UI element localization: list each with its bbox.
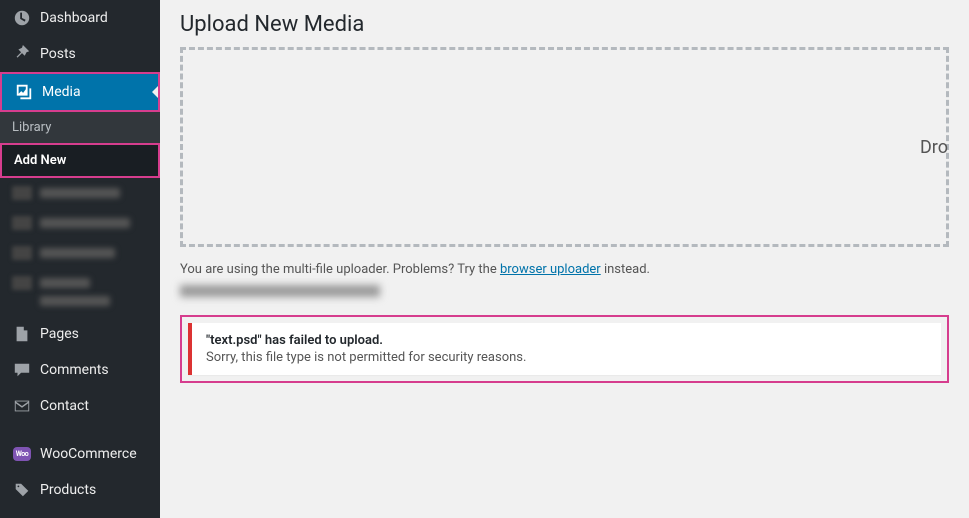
- upload-error-title: "text.psd" has failed to upload.: [206, 333, 927, 348]
- sidebar-item-contact[interactable]: Contact: [0, 388, 160, 424]
- pin-icon: [12, 44, 32, 64]
- sidebar-item-obscured: [0, 268, 160, 316]
- sidebar-subitem-library[interactable]: Library: [0, 112, 160, 143]
- sidebar-item-obscured: [0, 178, 160, 208]
- media-icon: [14, 82, 34, 102]
- upload-dropzone[interactable]: Dro: [180, 47, 949, 247]
- uploader-note-suffix: instead.: [601, 262, 650, 277]
- sidebar-item-label: Posts: [40, 46, 76, 62]
- sidebar-item-posts[interactable]: Posts: [0, 36, 160, 72]
- sidebar-item-label: Media: [42, 84, 81, 100]
- sidebar-item-label: WooCommerce: [40, 446, 137, 462]
- admin-sidebar: Dashboard Posts Media Library Add New Pa…: [0, 0, 160, 518]
- upload-error-highlight: "text.psd" has failed to upload. Sorry, …: [180, 315, 949, 383]
- comments-icon: [12, 360, 32, 380]
- upload-error-notice: "text.psd" has failed to upload. Sorry, …: [188, 323, 941, 375]
- browser-uploader-link[interactable]: browser uploader: [500, 262, 601, 277]
- sidebar-item-label: Comments: [40, 362, 109, 378]
- sidebar-item-obscured: [0, 238, 160, 268]
- sidebar-item-dashboard[interactable]: Dashboard: [0, 0, 160, 36]
- woocommerce-icon: Woo: [12, 444, 32, 464]
- sidebar-subitem-add-new[interactable]: Add New: [0, 143, 160, 178]
- page-title: Upload New Media: [180, 0, 949, 47]
- sidebar-item-label: Products: [40, 482, 96, 498]
- pages-icon: [12, 324, 32, 344]
- uploader-note-prefix: You are using the multi-file uploader. P…: [180, 262, 500, 277]
- sidebar-item-label: Contact: [40, 398, 89, 414]
- upload-error-message: Sorry, this file type is not permitted f…: [206, 350, 927, 365]
- sidebar-item-label: Dashboard: [40, 10, 108, 26]
- sidebar-subitem-label: Add New: [14, 153, 66, 168]
- sidebar-subitem-label: Library: [12, 120, 51, 135]
- sidebar-item-woocommerce[interactable]: Woo WooCommerce: [0, 436, 160, 472]
- max-upload-size-obscured: [180, 285, 380, 297]
- sidebar-item-label: Pages: [40, 326, 79, 342]
- sidebar-item-obscured: [0, 208, 160, 238]
- uploader-note: You are using the multi-file uploader. P…: [180, 247, 949, 285]
- dashboard-icon: [12, 8, 32, 28]
- main-content: Upload New Media Dro You are using the m…: [160, 0, 969, 518]
- sidebar-item-media[interactable]: Media: [0, 72, 160, 112]
- dropzone-text: Dro: [920, 137, 948, 158]
- sidebar-item-products[interactable]: Products: [0, 472, 160, 508]
- envelope-icon: [12, 396, 32, 416]
- products-icon: [12, 480, 32, 500]
- sidebar-item-comments[interactable]: Comments: [0, 352, 160, 388]
- sidebar-item-pages[interactable]: Pages: [0, 316, 160, 352]
